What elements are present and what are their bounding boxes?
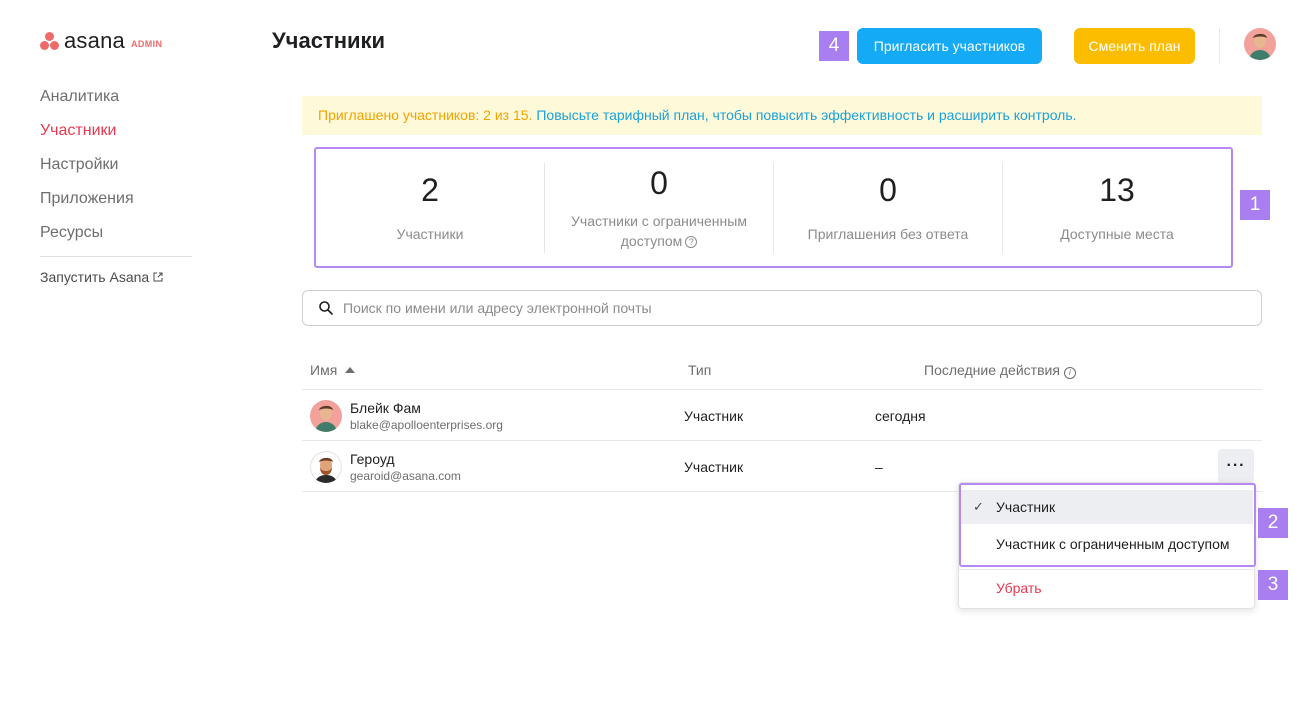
menu-item-member-label: Участник xyxy=(996,499,1056,515)
logo-wordmark: asana xyxy=(64,28,125,53)
menu-item-remove[interactable]: Убрать xyxy=(996,580,1042,596)
sidebar-item-apps[interactable]: Приложения xyxy=(40,182,192,216)
check-icon: ✓ xyxy=(973,499,984,514)
avatar-image xyxy=(310,451,342,483)
menu-item-limited-member[interactable]: Участник с ограниченным доступом xyxy=(961,527,1253,561)
launch-asana-link[interactable]: Запустить Asana xyxy=(40,269,192,285)
sidebar: asana ADMIN Аналитика Участники Настройк… xyxy=(40,30,192,285)
annotation-badge-3: 3 xyxy=(1258,570,1288,600)
column-name-header[interactable]: Имя xyxy=(310,362,356,378)
column-last-activity-header[interactable]: Последние действия i xyxy=(924,362,1076,379)
stat-seats-label: Доступные места xyxy=(1060,225,1174,242)
asana-logo-icon xyxy=(40,32,60,50)
menu-item-member[interactable]: ✓ Участник xyxy=(961,490,1253,524)
sidebar-item-analytics[interactable]: Аналитика xyxy=(40,80,192,114)
invite-limit-banner: Приглашено участников: 2 из 15. Повысьте… xyxy=(302,96,1262,135)
stat-pending-label: Приглашения без ответа xyxy=(807,225,969,242)
annotation-badge-1: 1 xyxy=(1240,190,1270,220)
change-plan-button[interactable]: Сменить план xyxy=(1074,28,1195,64)
menu-item-limited-label: Участник с ограниченным доступом xyxy=(996,536,1230,552)
stat-members: 2 Участники xyxy=(316,162,545,253)
banner-upgrade-link[interactable]: Повысьте тарифный план, чтобы повысить э… xyxy=(536,107,1076,123)
stat-pending-value: 0 xyxy=(879,171,897,208)
search-bar[interactable] xyxy=(302,290,1262,326)
logo-admin-tag: ADMIN xyxy=(130,38,163,49)
sidebar-item-resources[interactable]: Ресурсы xyxy=(40,216,192,250)
member-name: Героуд xyxy=(350,451,395,467)
external-link-icon xyxy=(153,272,163,282)
sidebar-nav: Аналитика Участники Настройки Приложения… xyxy=(40,80,192,250)
page-title: Участники xyxy=(272,28,386,53)
stat-limited-value: 0 xyxy=(650,164,668,201)
stat-seats-value: 13 xyxy=(1099,171,1135,208)
annotation-badge-2: 2 xyxy=(1258,508,1288,538)
help-icon[interactable]: ? xyxy=(685,235,698,248)
sidebar-item-settings[interactable]: Настройки xyxy=(40,148,192,182)
member-last-activity: – xyxy=(875,459,883,475)
members-table-header: Имя Тип Последние действия i xyxy=(302,352,1262,390)
member-email: gearoid@asana.com xyxy=(350,469,461,483)
invite-members-button[interactable]: Пригласить участников xyxy=(857,28,1042,64)
sidebar-item-members[interactable]: Участники xyxy=(40,114,192,148)
member-type-menu: ✓ Участник Участник с ограниченным досту… xyxy=(958,482,1256,609)
ellipsis-icon: ··· xyxy=(1226,457,1246,474)
member-name: Блейк Фам xyxy=(350,400,421,416)
user-avatar-image xyxy=(1244,28,1276,60)
stat-limited-label: Участники с ограниченным доступом xyxy=(571,212,747,249)
stat-limited-members: 0 Участники с ограниченным доступом? xyxy=(545,162,774,253)
column-name-label: Имя xyxy=(310,362,338,378)
search-icon xyxy=(319,301,333,315)
stat-limited-label-wrap: Участники с ограниченным доступом? xyxy=(559,211,759,251)
table-row[interactable]: Блейк Фам blake@apolloenterprises.org Уч… xyxy=(302,391,1262,441)
member-email: blake@apolloenterprises.org xyxy=(350,418,503,432)
menu-divider xyxy=(959,569,1254,570)
info-icon[interactable]: i xyxy=(1063,367,1076,379)
annotation-badge-4: 4 xyxy=(819,31,849,61)
search-input[interactable] xyxy=(343,300,1223,316)
stat-available-seats: 13 Доступные места xyxy=(1003,163,1231,253)
member-avatar xyxy=(310,451,342,483)
member-stats-panel: 2 Участники 0 Участники с ограниченным д… xyxy=(314,147,1233,268)
user-avatar[interactable] xyxy=(1244,28,1276,60)
header-divider xyxy=(1219,28,1220,64)
member-type[interactable]: Участник xyxy=(684,459,743,475)
sidebar-divider xyxy=(40,256,192,257)
stat-pending-invites: 0 Приглашения без ответа xyxy=(774,162,1003,253)
stat-members-value: 2 xyxy=(421,171,439,208)
column-last-activity-label: Последние действия xyxy=(924,362,1060,378)
member-avatar xyxy=(310,400,342,432)
launch-asana-label: Запустить Asana xyxy=(40,269,150,285)
sort-ascending-icon xyxy=(345,367,356,373)
banner-warning-text: Приглашено участников: 2 из 15. xyxy=(318,107,533,123)
asana-logo[interactable]: asana ADMIN xyxy=(40,30,192,52)
member-type[interactable]: Участник xyxy=(684,408,743,424)
member-last-activity: сегодня xyxy=(875,408,926,424)
stat-members-label: Участники xyxy=(396,225,464,242)
column-type-header[interactable]: Тип xyxy=(688,362,711,378)
avatar-image xyxy=(310,400,342,432)
more-actions-button[interactable]: ··· xyxy=(1218,449,1254,483)
